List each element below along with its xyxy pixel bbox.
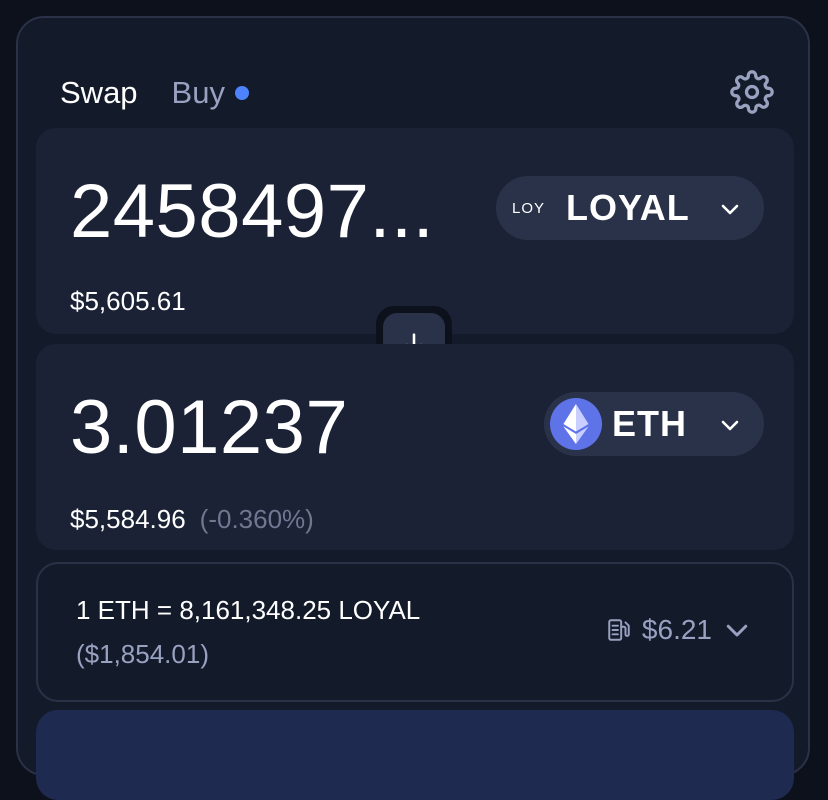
exchange-rate: 1 ETH = 8,161,348.25 LOYAL (76, 595, 421, 625)
swap-card: Swap Buy 2458497... $5,605.61 LOY LOYAL … (16, 16, 810, 800)
sell-amount-input[interactable]: 2458497... (70, 170, 434, 254)
gas-pump-icon (608, 619, 630, 641)
gas-fee: $6.21 (641, 614, 712, 645)
tab-swap[interactable]: Swap (60, 74, 138, 112)
price-impact: (-0.360%) (199, 504, 314, 534)
buy-token-symbol: ETH (612, 403, 687, 444)
tab-buy-label: Buy (171, 75, 225, 110)
gas-estimate[interactable]: $6.21 (606, 614, 752, 646)
sell-token-selector[interactable]: LOY LOYAL (496, 176, 764, 240)
swap-tabs: Swap Buy (60, 74, 249, 112)
swap-action-button[interactable] (36, 710, 794, 800)
chevron-down-icon (721, 204, 739, 215)
new-indicator-dot (234, 86, 249, 100)
buy-token-selector[interactable]: ETH (544, 392, 764, 456)
tab-buy[interactable]: Buy (172, 74, 249, 112)
exchange-rate-usd: ($1,854.01) (76, 639, 209, 669)
loyal-token-logo: LOY (512, 199, 546, 217)
gear-icon[interactable] (730, 70, 774, 114)
buy-usd-amount: $5,584.96 (70, 504, 186, 534)
buy-amount-input[interactable]: 3.01237 (70, 386, 348, 470)
buy-panel: 3.01237 $5,584.96 (-0.360%) ETH (36, 344, 794, 550)
buy-usd-value: $5,584.96 (-0.360%) (70, 504, 314, 534)
chevron-down-icon (726, 624, 748, 637)
sell-usd-value: $5,605.61 (70, 286, 186, 316)
sell-token-symbol: LOYAL (566, 187, 690, 228)
ethereum-icon (550, 398, 602, 450)
rate-details[interactable]: 1 ETH = 8,161,348.25 LOYAL ($1,854.01) $… (36, 562, 794, 702)
chevron-down-icon (721, 420, 739, 431)
sell-panel: 2458497... $5,605.61 LOY LOYAL (36, 128, 794, 334)
